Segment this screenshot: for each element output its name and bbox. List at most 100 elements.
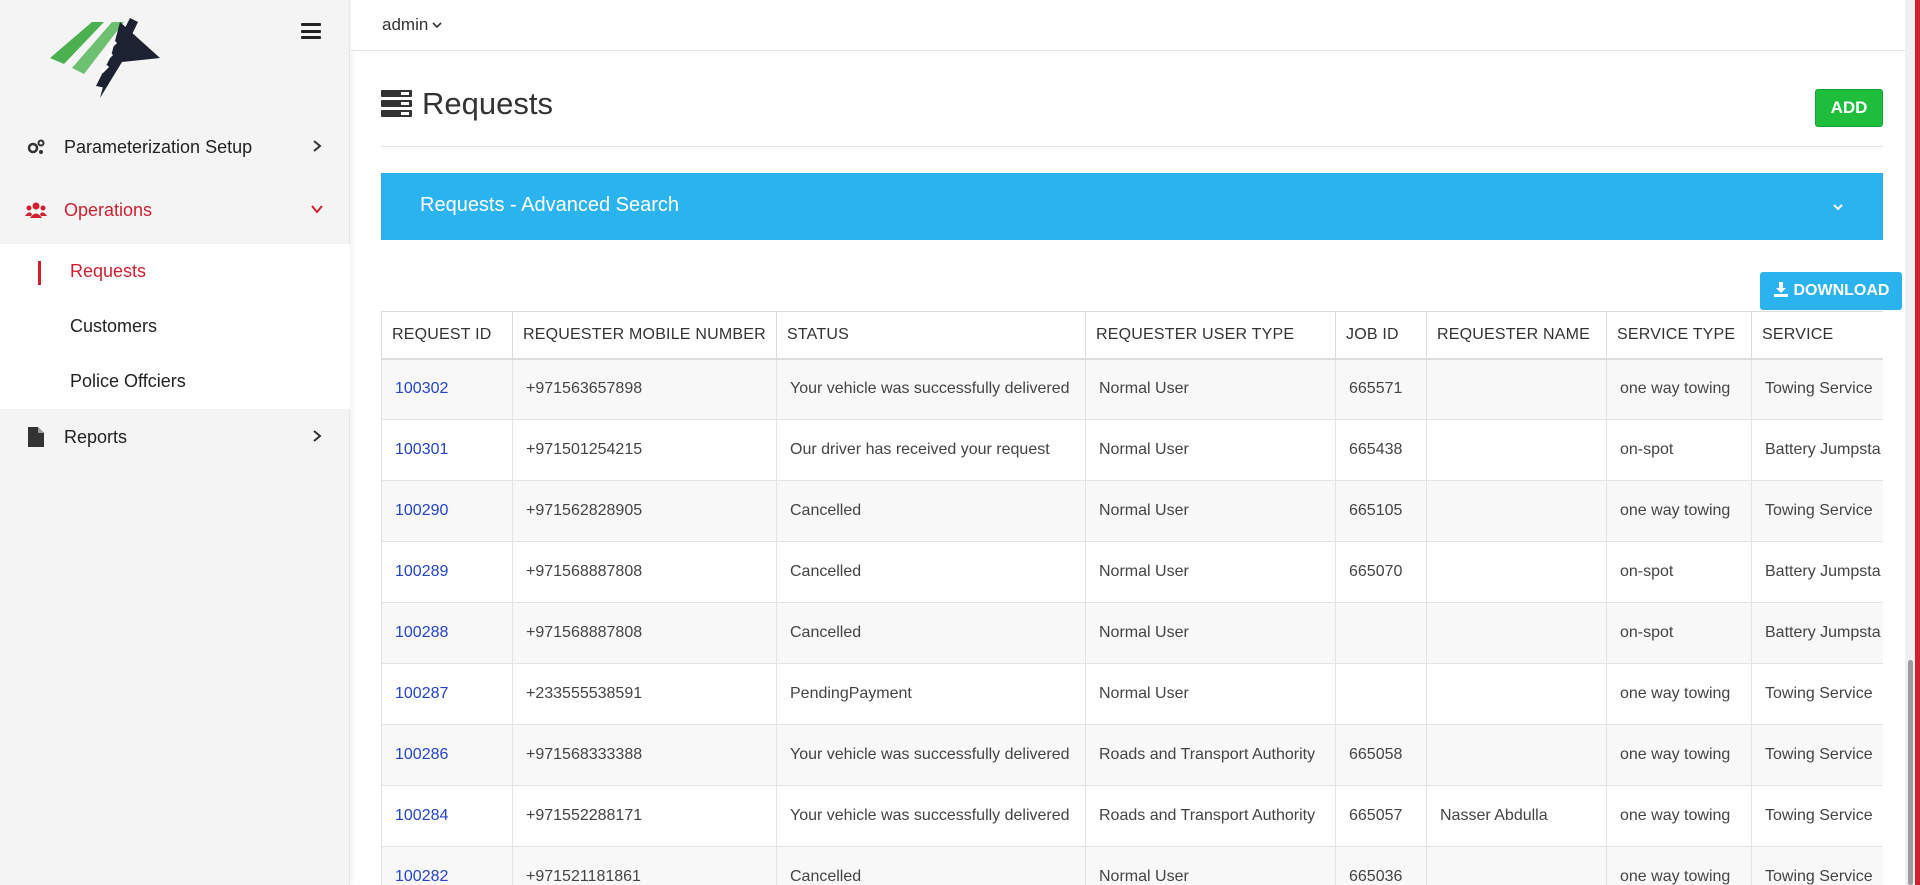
request-id-link[interactable]: 100286 <box>395 746 448 763</box>
table-cell <box>1426 724 1607 786</box>
table-row: 100286 +971568333388 Your vehicle was su… <box>381 724 1883 786</box>
server-icon <box>381 90 412 118</box>
table-row: 100287 +233555538591 PendingPayment Norm… <box>381 663 1883 725</box>
sidebar-subitem-requests[interactable]: Requests <box>70 261 146 282</box>
top-bar: admin <box>351 0 1920 51</box>
column-header[interactable]: REQUESTER MOBILE NUMBER <box>512 311 777 360</box>
download-label: DOWNLOAD <box>1793 282 1890 299</box>
scrollbar-thumb[interactable] <box>1908 660 1913 885</box>
table-cell: one way towing <box>1606 663 1752 725</box>
table-cell: Normal User <box>1085 602 1336 664</box>
request-id-link[interactable]: 100302 <box>395 380 448 397</box>
requests-table-container: REQUEST ID REQUESTER MOBILE NUMBER STATU… <box>381 311 1883 885</box>
sidebar-item-label: Parameterization Setup <box>64 136 253 157</box>
request-id-link[interactable]: 100301 <box>395 441 448 458</box>
page-title: Requests <box>422 86 553 121</box>
table-cell: Battery Jumpsta <box>1751 541 1883 603</box>
download-icon <box>1773 281 1789 302</box>
request-id-link[interactable]: 100287 <box>395 685 448 702</box>
user-menu[interactable]: admin <box>382 15 442 35</box>
column-header[interactable]: REQUESTER USER TYPE <box>1085 311 1336 360</box>
page-header: Requests <box>381 86 553 122</box>
advanced-search-panel[interactable]: Requests - Advanced Search <box>381 173 1883 240</box>
table-cell <box>1426 602 1607 664</box>
sidebar-item-operations[interactable]: Operations <box>0 184 350 236</box>
column-header[interactable]: REQUEST ID <box>381 311 513 360</box>
table-cell: Your vehicle was successfully delivered <box>776 724 1086 786</box>
table-cell <box>1426 480 1607 542</box>
window-edge <box>1915 0 1920 885</box>
table-cell <box>1335 602 1427 664</box>
table-cell: Your vehicle was successfully delivered <box>776 785 1086 847</box>
table-cell: 665070 <box>1335 541 1427 603</box>
table-cell: Cancelled <box>776 602 1086 664</box>
requests-table: REQUEST ID REQUESTER MOBILE NUMBER STATU… <box>381 311 1883 885</box>
table-cell: 665058 <box>1335 724 1427 786</box>
sidebar-item-reports[interactable]: Reports <box>0 411 350 463</box>
table-cell: Normal User <box>1085 846 1336 885</box>
column-header[interactable]: SERVICE TYPE <box>1606 311 1752 360</box>
table-cell <box>1426 541 1607 603</box>
table-row: 100282 +971521181861 Cancelled Normal Us… <box>381 846 1883 885</box>
request-id-link[interactable]: 100290 <box>395 502 448 519</box>
table-cell: Cancelled <box>776 480 1086 542</box>
table-cell: Cancelled <box>776 541 1086 603</box>
table-cell: Roads and Transport Authority <box>1085 724 1336 786</box>
table-cell: PendingPayment <box>776 663 1086 725</box>
table-cell: Roads and Transport Authority <box>1085 785 1336 847</box>
table-cell: +233555538591 <box>512 663 777 725</box>
hamburger-icon[interactable] <box>300 22 322 40</box>
table-cell <box>1426 846 1607 885</box>
table-cell: 665057 <box>1335 785 1427 847</box>
add-button[interactable]: ADD <box>1815 89 1883 127</box>
road-logo-icon[interactable] <box>50 18 160 100</box>
sidebar-item-parameterization-setup[interactable]: Parameterization Setup <box>0 121 350 173</box>
column-header[interactable]: SERVICE <box>1751 311 1883 360</box>
table-cell: Our driver has received your request <box>776 419 1086 481</box>
table-cell: Towing Service <box>1751 785 1883 847</box>
table-cell: one way towing <box>1606 480 1752 542</box>
table-cell: Towing Service <box>1751 480 1883 542</box>
table-cell: one way towing <box>1606 785 1752 847</box>
table-cell: Towing Service <box>1751 358 1883 420</box>
table-cell: 665438 <box>1335 419 1427 481</box>
table-cell <box>1426 358 1607 420</box>
column-header[interactable]: REQUESTER NAME <box>1426 311 1607 360</box>
table-cell: Normal User <box>1085 541 1336 603</box>
column-header[interactable]: JOB ID <box>1335 311 1427 360</box>
column-header[interactable]: STATUS <box>776 311 1086 360</box>
table-row: 100290 +971562828905 Cancelled Normal Us… <box>381 480 1883 542</box>
table-cell: Normal User <box>1085 663 1336 725</box>
table-cell: +971521181861 <box>512 846 777 885</box>
operations-submenu: Requests Customers Police Offciers <box>0 244 350 409</box>
table-cell: 665036 <box>1335 846 1427 885</box>
table-cell: Normal User <box>1085 480 1336 542</box>
request-id-link[interactable]: 100282 <box>395 868 448 885</box>
table-cell: on-spot <box>1606 541 1752 603</box>
table-cell: 665571 <box>1335 358 1427 420</box>
table-cell: one way towing <box>1606 846 1752 885</box>
table-cell: on-spot <box>1606 602 1752 664</box>
table-cell: Normal User <box>1085 358 1336 420</box>
table-cell: Your vehicle was successfully delivered <box>776 358 1086 420</box>
table-cell: Towing Service <box>1751 724 1883 786</box>
sidebar-subitem-customers[interactable]: Customers <box>70 316 157 337</box>
table-cell: +971568887808 <box>512 602 777 664</box>
table-row: 100289 +971568887808 Cancelled Normal Us… <box>381 541 1883 603</box>
table-cell: Towing Service <box>1751 663 1883 725</box>
table-header-row: REQUEST ID REQUESTER MOBILE NUMBER STATU… <box>381 311 1883 360</box>
request-id-link[interactable]: 100284 <box>395 807 448 824</box>
sidebar-subitem-police-officers[interactable]: Police Offciers <box>70 371 186 392</box>
gears-icon <box>24 135 48 159</box>
table-cell: +971501254215 <box>512 419 777 481</box>
active-marker <box>38 261 41 285</box>
request-id-link[interactable]: 100289 <box>395 563 448 580</box>
chevron-down-icon <box>432 15 442 35</box>
download-button[interactable]: DOWNLOAD <box>1760 272 1902 310</box>
advanced-search-title: Requests - Advanced Search <box>420 194 680 216</box>
file-icon <box>24 425 48 449</box>
request-id-link[interactable]: 100288 <box>395 624 448 641</box>
table-cell: Battery Jumpsta <box>1751 602 1883 664</box>
table-cell: Battery Jumpsta <box>1751 419 1883 481</box>
table-cell: +971568887808 <box>512 541 777 603</box>
